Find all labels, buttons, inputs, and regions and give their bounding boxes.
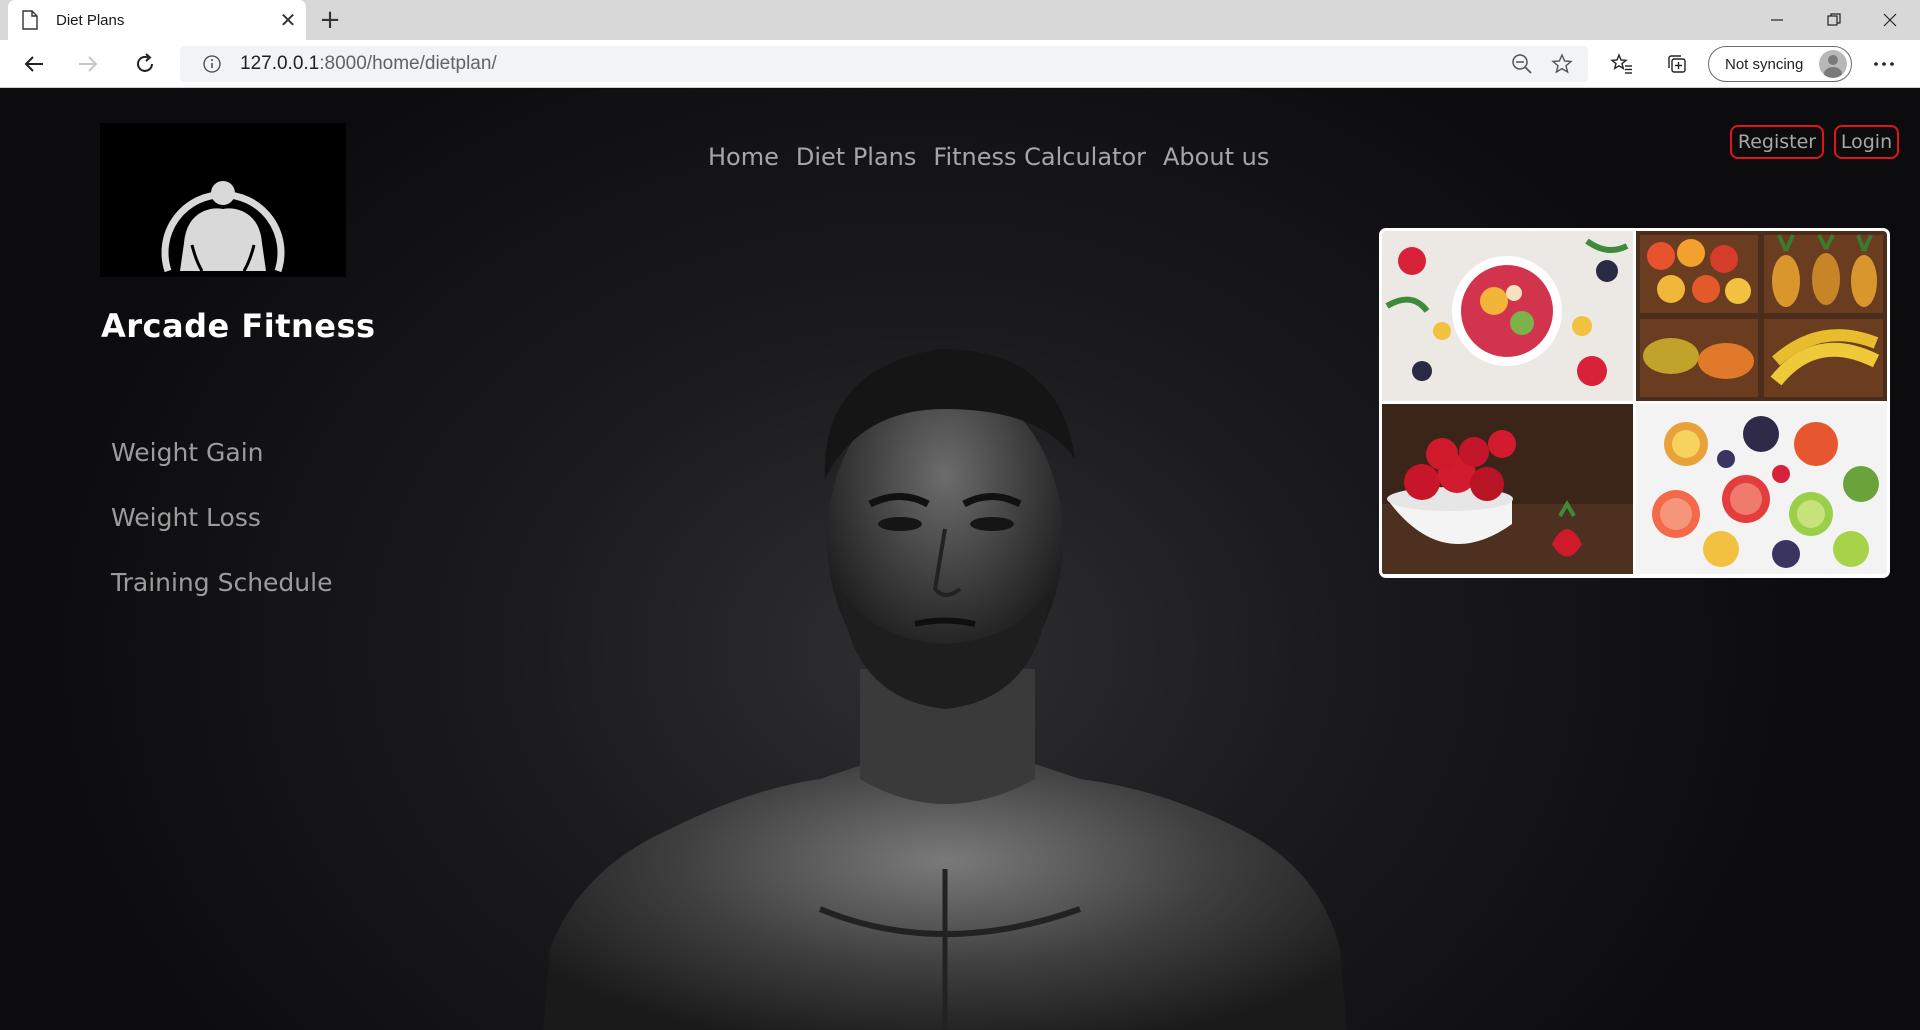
fruit-crates-image: [1636, 231, 1887, 401]
sidebar-link-weight-gain[interactable]: Weight Gain: [111, 438, 264, 467]
nav-link-home[interactable]: Home: [708, 143, 779, 171]
nav-link-about-us[interactable]: About us: [1163, 143, 1269, 171]
profile-sync-button[interactable]: Not syncing: [1708, 46, 1852, 82]
forward-arrow-icon[interactable]: [70, 46, 106, 82]
tab-title: Diet Plans: [56, 11, 125, 29]
back-arrow-icon[interactable]: [16, 46, 52, 82]
star-icon[interactable]: [1542, 46, 1582, 82]
sidebar-link-training-schedule[interactable]: Training Schedule: [111, 568, 332, 597]
url-host: 127.0.0.1: [240, 53, 320, 74]
strawberry-bowl-image: [1382, 404, 1633, 574]
site-logo[interactable]: [100, 123, 346, 277]
browser-tab[interactable]: Diet Plans ✕: [8, 0, 306, 40]
favorites-icon[interactable]: [1604, 46, 1640, 82]
site-brand-name: Arcade Fitness: [101, 307, 376, 345]
sidebar-link-weight-loss[interactable]: Weight Loss: [111, 503, 261, 532]
profile-icon: [1819, 50, 1847, 78]
sync-label: Not syncing: [1725, 55, 1804, 73]
nav-link-fitness-calculator[interactable]: Fitness Calculator: [933, 143, 1146, 171]
plus-icon[interactable]: +: [312, 2, 348, 38]
web-page: Arcade Fitness Weight Gain Weight Loss T…: [0, 89, 1920, 1030]
window-close-icon[interactable]: [1862, 0, 1918, 40]
main-nav: Home Diet Plans Fitness Calculator About…: [708, 143, 1269, 171]
more-icon[interactable]: [1866, 46, 1902, 82]
register-button[interactable]: Register: [1730, 125, 1824, 159]
url-path: :8000/home/dietplan/: [319, 53, 497, 74]
address-bar[interactable]: 127.0.0.1:8000/home/dietplan/: [180, 46, 1588, 82]
collections-icon[interactable]: [1659, 46, 1695, 82]
nav-link-diet-plans[interactable]: Diet Plans: [796, 143, 917, 171]
tab-strip: Diet Plans ✕ +: [0, 0, 1920, 40]
url-text[interactable]: 127.0.0.1:8000/home/dietplan/: [240, 53, 1502, 75]
hero-athlete-image: [543, 349, 1347, 1030]
bodybuilder-logo-icon: [161, 181, 285, 273]
info-icon[interactable]: [192, 55, 232, 73]
fruit-platter-image: [1636, 404, 1887, 574]
fruit-collage-image: [1379, 228, 1890, 578]
login-button[interactable]: Login: [1834, 125, 1899, 159]
zoom-out-icon[interactable]: [1502, 46, 1542, 82]
close-icon[interactable]: ✕: [270, 2, 306, 38]
browser-toolbar: 127.0.0.1:8000/home/dietplan/ Not syncin…: [0, 40, 1920, 88]
minimize-icon[interactable]: [1749, 0, 1805, 40]
restore-icon[interactable]: [1806, 0, 1862, 40]
refresh-icon[interactable]: [127, 46, 163, 82]
document-icon: [22, 10, 38, 30]
smoothie-bowl-image: [1382, 231, 1633, 401]
